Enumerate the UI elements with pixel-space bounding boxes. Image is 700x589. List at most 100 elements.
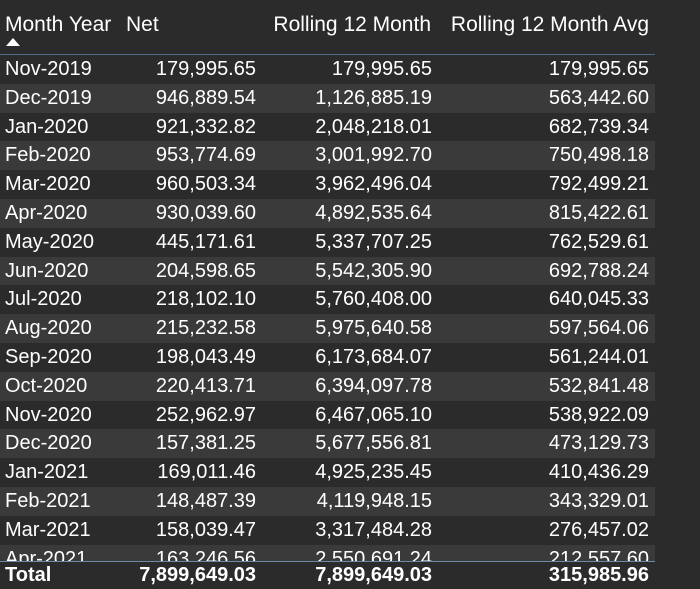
cell-month-year: Jan-2020 bbox=[5, 115, 89, 138]
cell-rolling-12-month: 6,467,065.10 bbox=[315, 403, 432, 426]
cell-rolling-12-month: 4,892,535.64 bbox=[315, 201, 432, 224]
table-row[interactable]: Oct-2020 220,413.71 6,394,097.78 532,841.48 bbox=[0, 371, 655, 401]
cell-net: 204,598.65 bbox=[155, 259, 256, 282]
table-row[interactable]: Dec-2020 157,381.25 5,677,556.81 473,129.73 bbox=[0, 429, 655, 459]
table-row[interactable]: Mar-2020 960,503.34 3,962,496.04 792,499.21 bbox=[0, 170, 655, 199]
cell-net: 179,995.65 bbox=[155, 58, 256, 80]
total-net: 7,899,649.03 bbox=[139, 564, 256, 586]
cell-net: 163,246.56 bbox=[155, 547, 256, 561]
cell-rolling-12-month: 4,925,235.45 bbox=[315, 461, 432, 484]
cell-rolling-12-month: 179,995.65 bbox=[331, 58, 432, 80]
cell-month-year: Feb-2021 bbox=[5, 489, 91, 512]
cell-net: 157,381.25 bbox=[155, 432, 256, 455]
cell-month-year: Apr-2020 bbox=[5, 201, 88, 224]
cell-net: 220,413.71 bbox=[155, 374, 256, 397]
cell-rolling-12-month-avg: 473,129.73 bbox=[548, 432, 649, 455]
cell-month-year: Oct-2020 bbox=[5, 374, 88, 397]
cell-rolling-12-month-avg: 597,564.06 bbox=[548, 317, 649, 340]
cell-net: 198,043.49 bbox=[155, 345, 256, 368]
cell-rolling-12-month-avg: 538,922.09 bbox=[548, 403, 649, 426]
cell-rolling-12-month-avg: 792,499.21 bbox=[548, 173, 649, 196]
cell-net: 921,332.82 bbox=[155, 115, 256, 138]
cell-rolling-12-month-avg: 561,244.01 bbox=[548, 345, 649, 368]
total-rolling-12-month-avg: 315,985.96 bbox=[548, 564, 649, 586]
table-row[interactable]: Apr-2020 930,039.60 4,892,535.64 815,422.61 bbox=[0, 198, 655, 228]
cell-net: 960,503.34 bbox=[155, 173, 256, 196]
cell-net: 148,487.39 bbox=[155, 489, 256, 512]
cell-rolling-12-month: 6,394,097.78 bbox=[315, 374, 432, 397]
table-row[interactable]: Feb-2021 148,487.39 4,119,948.15 343,329.01 bbox=[0, 486, 655, 516]
cell-rolling-12-month: 2,048,218.01 bbox=[315, 115, 432, 138]
cell-rolling-12-month: 2,550,691.24 bbox=[315, 547, 432, 561]
table-row[interactable]: Aug-2020 215,232.58 5,975,640.58 597,564.06 bbox=[0, 314, 655, 343]
cell-month-year: Jan-2021 bbox=[5, 461, 89, 484]
cell-month-year: Jul-2020 bbox=[5, 288, 82, 311]
cell-rolling-12-month-avg: 276,457.02 bbox=[548, 518, 649, 541]
table-row[interactable]: Feb-2020 953,774.69 3,001,992.70 750,498.18 bbox=[0, 141, 655, 171]
cell-month-year: Mar-2021 bbox=[5, 518, 91, 541]
table-row[interactable]: Nov-2019 179,995.65 179,995.65 179,995.65 bbox=[0, 55, 655, 84]
column-header-rolling-12-month[interactable]: Rolling 12 Month bbox=[273, 12, 431, 38]
cell-rolling-12-month-avg: 563,442.60 bbox=[548, 86, 649, 109]
cell-rolling-12-month: 5,975,640.58 bbox=[315, 317, 432, 340]
cell-rolling-12-month: 5,542,305.90 bbox=[315, 259, 432, 282]
cell-rolling-12-month-avg: 640,045.33 bbox=[548, 288, 649, 311]
table-row[interactable]: Sep-2020 198,043.49 6,173,684.07 561,244.01 bbox=[0, 342, 655, 372]
table-body[interactable]: Nov-2019 179,995.65 179,995.65 179,995.65 De… bbox=[0, 55, 655, 561]
total-rolling-12-month: 7,899,649.03 bbox=[315, 564, 432, 586]
cell-rolling-12-month: 3,317,484.28 bbox=[315, 518, 432, 541]
cell-month-year: Jun-2020 bbox=[5, 259, 89, 282]
cell-month-year: Feb-2020 bbox=[5, 144, 91, 167]
cell-rolling-12-month: 3,001,992.70 bbox=[315, 144, 432, 167]
table-total-row: Total 7,899,649.03 7,899,649.03 315,985.… bbox=[0, 561, 655, 589]
cell-net: 218,102.10 bbox=[155, 288, 256, 311]
cell-month-year: Aug-2020 bbox=[5, 317, 92, 340]
table-row[interactable]: Jan-2020 921,332.82 2,048,218.01 682,739.34 bbox=[0, 112, 655, 142]
cell-rolling-12-month-avg: 750,498.18 bbox=[548, 144, 649, 167]
table-row[interactable]: Nov-2020 252,962.97 6,467,065.10 538,922.09 bbox=[0, 400, 655, 430]
cell-rolling-12-month: 5,677,556.81 bbox=[315, 432, 432, 455]
cell-net: 215,232.58 bbox=[155, 317, 256, 340]
cell-net: 445,171.61 bbox=[155, 230, 256, 253]
cell-rolling-12-month-avg: 682,739.34 bbox=[548, 115, 649, 138]
column-header-net[interactable]: Net bbox=[126, 12, 159, 38]
table-row[interactable]: Jan-2021 169,011.46 4,925,235.45 410,436.29 bbox=[0, 458, 655, 487]
scrollbar-track[interactable] bbox=[655, 0, 700, 588]
cell-rolling-12-month-avg: 532,841.48 bbox=[548, 374, 649, 397]
table-row[interactable]: Dec-2019 946,889.54 1,126,885.19 563,442.60 bbox=[0, 83, 655, 113]
cell-rolling-12-month-avg: 343,329.01 bbox=[548, 489, 649, 512]
cell-month-year: Mar-2020 bbox=[5, 173, 91, 196]
cell-month-year: Apr-2021 bbox=[5, 547, 88, 561]
cell-rolling-12-month: 4,119,948.15 bbox=[316, 489, 432, 512]
cell-rolling-12-month: 3,962,496.04 bbox=[315, 173, 432, 196]
cell-rolling-12-month: 5,760,408.00 bbox=[315, 288, 432, 311]
cell-rolling-12-month-avg: 762,529.61 bbox=[548, 230, 649, 253]
cell-net: 169,011.46 bbox=[157, 461, 256, 484]
cell-rolling-12-month-avg: 410,436.29 bbox=[548, 461, 649, 484]
cell-month-year: Sep-2020 bbox=[5, 345, 92, 368]
total-label: Total bbox=[5, 564, 52, 586]
cell-net: 953,774.69 bbox=[155, 144, 256, 167]
table-row[interactable]: Apr-2021 163,246.56 2,550,691.24 212,557.60 bbox=[0, 544, 655, 561]
column-header-rolling-12-month-avg[interactable]: Rolling 12 Month Avg bbox=[451, 12, 649, 38]
table-row[interactable]: Jul-2020 218,102.10 5,760,408.00 640,045.33 bbox=[0, 285, 655, 315]
cell-net: 946,889.54 bbox=[155, 86, 256, 109]
cell-net: 930,039.60 bbox=[155, 201, 256, 224]
cell-rolling-12-month: 1,126,885.19 bbox=[315, 86, 432, 109]
table-row[interactable]: Jun-2020 204,598.65 5,542,305.90 692,788.24 bbox=[0, 256, 655, 286]
cell-rolling-12-month-avg: 815,422.61 bbox=[548, 201, 649, 224]
cell-month-year: Nov-2020 bbox=[5, 403, 92, 426]
column-header-month-year[interactable]: Month Year bbox=[5, 12, 111, 38]
table-row[interactable]: Mar-2021 158,039.47 3,317,484.28 276,457.02 bbox=[0, 515, 655, 545]
sort-ascending-icon[interactable] bbox=[6, 38, 20, 46]
cell-rolling-12-month-avg: 179,995.65 bbox=[548, 58, 649, 80]
cell-rolling-12-month: 6,173,684.07 bbox=[315, 345, 432, 368]
table-header: Month Year Net Rolling 12 Month Rolling … bbox=[0, 0, 655, 55]
cell-month-year: Nov-2019 bbox=[5, 58, 92, 80]
cell-net: 158,039.47 bbox=[155, 518, 256, 541]
cell-rolling-12-month-avg: 692,788.24 bbox=[548, 259, 649, 282]
cell-rolling-12-month-avg: 212,557.60 bbox=[548, 547, 649, 561]
table-visual: Month Year Net Rolling 12 Month Rolling … bbox=[0, 0, 700, 589]
table-row[interactable]: May-2020 445,171.61 5,337,707.25 762,529.61 bbox=[0, 227, 655, 257]
cell-net: 252,962.97 bbox=[155, 403, 256, 426]
